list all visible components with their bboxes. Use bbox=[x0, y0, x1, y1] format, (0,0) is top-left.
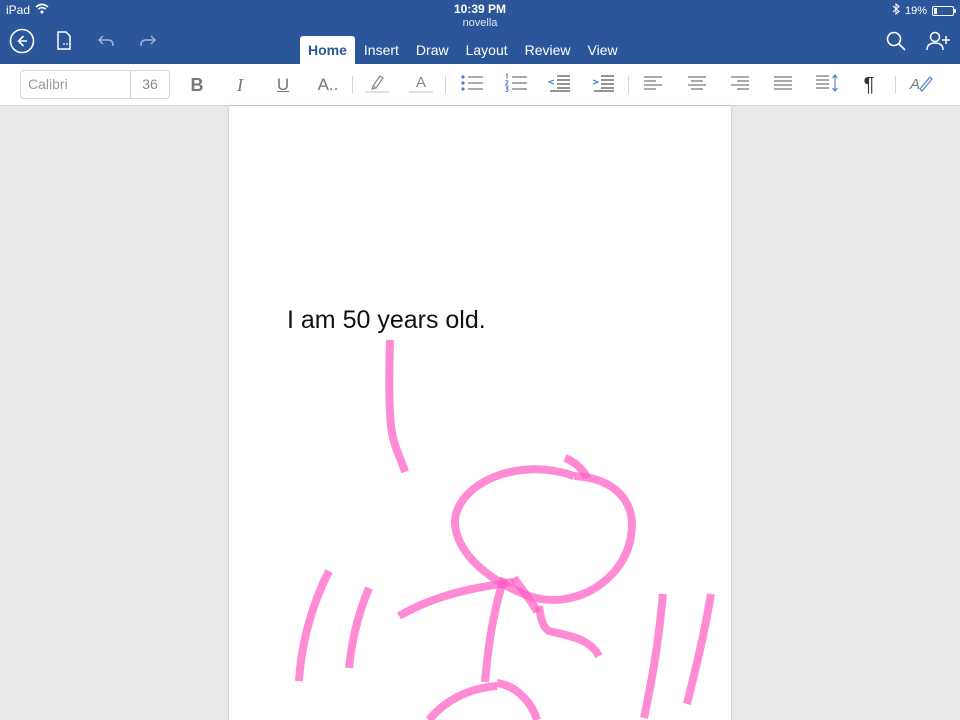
redo-button[interactable] bbox=[134, 29, 162, 57]
add-person-icon bbox=[925, 30, 951, 57]
search-button[interactable] bbox=[882, 29, 910, 57]
battery-fill bbox=[934, 7, 937, 14]
tab-insert[interactable]: Insert bbox=[356, 36, 407, 64]
align-right-icon bbox=[729, 74, 751, 97]
align-left-button[interactable] bbox=[638, 73, 668, 97]
increase-indent-icon bbox=[591, 73, 615, 98]
more-text-formatting-button[interactable]: A.. bbox=[312, 73, 344, 97]
numbered-list-icon bbox=[504, 72, 528, 98]
increase-indent-button[interactable] bbox=[588, 73, 618, 97]
ribbon-separator bbox=[628, 76, 629, 94]
font-name-input[interactable]: Calibri bbox=[21, 71, 131, 98]
status-center: 10:39 PM novella bbox=[0, 2, 960, 30]
tab-draw[interactable]: Draw bbox=[408, 36, 457, 64]
bluetooth-icon bbox=[892, 2, 900, 18]
tab-review[interactable]: Review bbox=[517, 36, 579, 64]
tab-view[interactable]: View bbox=[580, 36, 626, 64]
document-name: novella bbox=[462, 17, 498, 29]
align-right-button[interactable] bbox=[725, 73, 755, 97]
title-bar: iPad 10:39 PM novella 19% Home Insert Dr… bbox=[0, 0, 960, 64]
document-page[interactable]: I am 50 years old. bbox=[229, 106, 731, 720]
justify-button[interactable] bbox=[768, 73, 798, 97]
ribbon-separator bbox=[445, 76, 446, 94]
highlighter-icon bbox=[364, 72, 390, 99]
decrease-indent-icon bbox=[547, 73, 571, 98]
undo-icon bbox=[95, 30, 117, 57]
status-right: 19% bbox=[892, 2, 956, 18]
ribbon-separator bbox=[352, 76, 353, 94]
tab-home[interactable]: Home bbox=[300, 36, 355, 64]
bullets-button[interactable] bbox=[457, 73, 487, 97]
bold-button[interactable]: B bbox=[182, 73, 212, 97]
tab-layout[interactable]: Layout bbox=[458, 36, 516, 64]
back-button[interactable] bbox=[8, 28, 36, 59]
font-selector: Calibri 36 bbox=[20, 70, 170, 99]
underline-button[interactable]: U bbox=[268, 73, 298, 97]
italic-button[interactable]: I bbox=[225, 73, 255, 97]
font-size-input[interactable]: 36 bbox=[131, 71, 169, 98]
font-color-button[interactable]: A bbox=[406, 73, 436, 97]
battery-percent: 19% bbox=[904, 4, 927, 17]
back-icon bbox=[9, 28, 35, 59]
ribbon-tabs: Home Insert Draw Layout Review View bbox=[300, 36, 627, 64]
align-center-button[interactable] bbox=[682, 73, 712, 97]
home-ribbon: Calibri 36 B I U A.. A ¶ A bbox=[0, 64, 960, 106]
ink-drawing[interactable] bbox=[229, 106, 731, 720]
styles-button[interactable]: A bbox=[905, 73, 935, 97]
svg-text:A: A bbox=[909, 76, 920, 93]
ribbon-separator bbox=[895, 76, 896, 94]
decrease-indent-button[interactable] bbox=[544, 73, 574, 97]
line-spacing-button[interactable] bbox=[812, 73, 842, 97]
redo-icon bbox=[137, 30, 159, 57]
file-icon bbox=[53, 30, 75, 57]
numbering-button[interactable] bbox=[501, 72, 531, 98]
align-center-icon bbox=[686, 74, 708, 97]
styles-brush-icon: A bbox=[906, 72, 934, 99]
align-left-icon bbox=[642, 74, 664, 97]
justify-icon bbox=[772, 74, 794, 97]
bullet-list-icon bbox=[460, 73, 484, 98]
svg-text:A: A bbox=[416, 74, 426, 91]
show-paragraph-marks-button[interactable]: ¶ bbox=[854, 73, 884, 97]
share-button[interactable] bbox=[924, 29, 952, 57]
undo-button[interactable] bbox=[92, 29, 120, 57]
line-spacing-icon bbox=[814, 73, 840, 98]
clock: 10:39 PM bbox=[453, 2, 507, 16]
search-icon bbox=[885, 30, 907, 57]
highlight-button[interactable] bbox=[362, 73, 392, 97]
battery-icon bbox=[932, 5, 956, 16]
file-button[interactable] bbox=[50, 29, 78, 57]
font-color-icon: A bbox=[408, 72, 434, 99]
